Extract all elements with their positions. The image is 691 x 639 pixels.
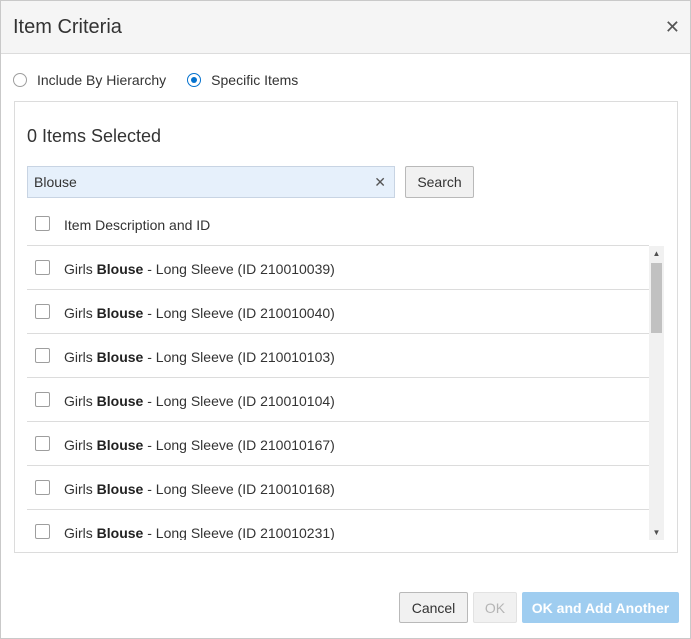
item-match-highlight: Blouse — [96, 393, 144, 409]
radio-specific-items[interactable]: Specific Items — [187, 72, 298, 88]
item-prefix: Girls — [64, 525, 97, 540]
item-description: Girls Blouse - Long Sleeve (ID 210010168… — [64, 481, 335, 497]
item-prefix: Girls — [64, 305, 97, 321]
list-item[interactable]: Girls Blouse - Long Sleeve (ID 210010167… — [27, 422, 649, 466]
search-button[interactable]: Search — [405, 166, 474, 198]
dialog-header: Item Criteria ✕ — [1, 1, 690, 54]
list-item[interactable]: Girls Blouse - Long Sleeve (ID 210010104… — [27, 378, 649, 422]
item-prefix: Girls — [64, 437, 97, 453]
item-prefix: Girls — [64, 349, 97, 365]
list-header-row: Item Description and ID — [27, 210, 649, 246]
scroll-up-arrow-icon[interactable]: ▲ — [649, 246, 664, 261]
item-list-viewport: Girls Blouse - Long Sleeve (ID 210010039… — [27, 246, 664, 540]
item-match-highlight: Blouse — [96, 525, 144, 540]
item-suffix: - Long Sleeve (ID 210010167) — [143, 437, 335, 453]
item-checkbox[interactable] — [35, 392, 50, 407]
ok-and-add-another-button[interactable]: OK and Add Another — [522, 592, 679, 623]
list-item[interactable]: Girls Blouse - Long Sleeve (ID 210010103… — [27, 334, 649, 378]
scroll-thumb[interactable] — [651, 263, 662, 333]
list-scrollbar[interactable]: ▲ ▼ — [649, 246, 664, 540]
item-criteria-dialog: Item Criteria ✕ Include By Hierarchy Spe… — [0, 0, 691, 639]
list-header-label: Item Description and ID — [64, 217, 211, 233]
item-checkbox[interactable] — [35, 524, 50, 539]
item-match-highlight: Blouse — [96, 481, 144, 497]
scroll-down-arrow-icon[interactable]: ▼ — [649, 525, 664, 540]
item-suffix: - Long Sleeve (ID 210010039) — [143, 261, 335, 277]
item-prefix: Girls — [64, 261, 97, 277]
close-icon[interactable]: ✕ — [665, 17, 680, 37]
list-item[interactable]: Girls Blouse - Long Sleeve (ID 210010040… — [27, 290, 649, 334]
specific-items-panel: 0 Items Selected ✕ Search Item Descripti… — [14, 101, 678, 553]
list-item[interactable]: Girls Blouse - Long Sleeve (ID 210010231… — [27, 510, 649, 540]
item-list: Girls Blouse - Long Sleeve (ID 210010039… — [27, 246, 649, 540]
item-suffix: - Long Sleeve (ID 210010040) — [143, 305, 335, 321]
item-match-highlight: Blouse — [96, 305, 144, 321]
item-checkbox[interactable] — [35, 260, 50, 275]
item-description: Girls Blouse - Long Sleeve (ID 210010039… — [64, 261, 335, 277]
radio-checked-icon — [187, 73, 202, 87]
item-checkbox[interactable] — [35, 436, 50, 451]
item-suffix: - Long Sleeve (ID 210010104) — [143, 393, 335, 409]
clear-icon[interactable]: ✕ — [374, 174, 386, 190]
item-prefix: Girls — [64, 481, 97, 497]
item-description: Girls Blouse - Long Sleeve (ID 210010231… — [64, 525, 335, 540]
list-item[interactable]: Girls Blouse - Long Sleeve (ID 210010168… — [27, 466, 649, 510]
item-suffix: - Long Sleeve (ID 210010231) — [143, 525, 335, 540]
item-match-highlight: Blouse — [96, 261, 144, 277]
item-description: Girls Blouse - Long Sleeve (ID 210010040… — [64, 305, 335, 321]
item-checkbox[interactable] — [35, 480, 50, 495]
search-box: ✕ — [27, 166, 395, 198]
item-match-highlight: Blouse — [96, 437, 144, 453]
item-description: Girls Blouse - Long Sleeve (ID 210010103… — [64, 349, 335, 365]
item-suffix: - Long Sleeve (ID 210010168) — [143, 481, 335, 497]
item-checkbox[interactable] — [35, 348, 50, 363]
search-input[interactable] — [34, 167, 364, 197]
items-selected-count: 0 Items Selected — [27, 126, 162, 146]
item-description: Girls Blouse - Long Sleeve (ID 210010167… — [64, 437, 335, 453]
ok-button[interactable]: OK — [473, 592, 517, 623]
item-prefix: Girls — [64, 393, 97, 409]
item-suffix: - Long Sleeve (ID 210010103) — [143, 349, 335, 365]
selection-mode-radio-group: Include By Hierarchy Specific Items — [13, 71, 298, 89]
radio-label: Specific Items — [211, 72, 299, 88]
dialog-title: Item Criteria — [13, 16, 122, 38]
radio-unchecked-icon — [13, 73, 27, 87]
item-checkbox[interactable] — [35, 304, 50, 319]
cancel-button[interactable]: Cancel — [399, 592, 468, 623]
radio-label: Include By Hierarchy — [37, 72, 167, 88]
item-description: Girls Blouse - Long Sleeve (ID 210010104… — [64, 393, 335, 409]
radio-include-by-hierarchy[interactable]: Include By Hierarchy — [13, 72, 166, 88]
list-item[interactable]: Girls Blouse - Long Sleeve (ID 210010039… — [27, 246, 649, 290]
item-match-highlight: Blouse — [96, 349, 144, 365]
select-all-checkbox[interactable] — [35, 216, 50, 231]
